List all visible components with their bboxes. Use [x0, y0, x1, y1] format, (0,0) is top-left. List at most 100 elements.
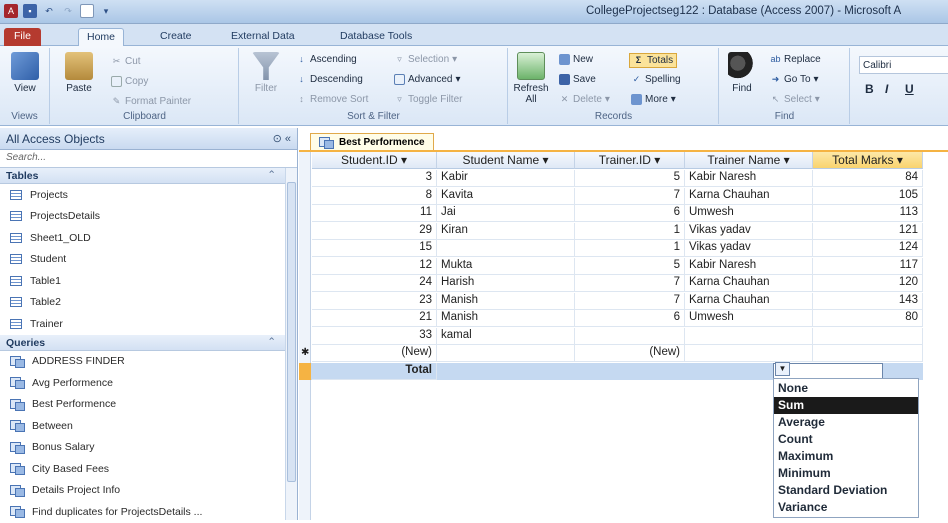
column-header-trainer-name[interactable]: Trainer Name ▾	[685, 152, 813, 169]
table-cell[interactable]: Harish	[437, 275, 575, 292]
query-item[interactable]: Best Performence	[0, 394, 286, 416]
query-item[interactable]: Between	[0, 415, 286, 437]
nav-scrollbar-thumb[interactable]	[287, 182, 296, 482]
new-record-cell[interactable]	[437, 345, 575, 362]
table-cell[interactable]: Umwesh	[685, 310, 813, 327]
table-cell[interactable]: Jai	[437, 205, 575, 222]
table-cell[interactable]: Kiran	[437, 222, 575, 240]
collapse-chevron-icon[interactable]: ⌃	[267, 169, 276, 181]
tab-external-data[interactable]: External Data	[223, 28, 303, 46]
table-cell[interactable]: 5	[575, 257, 685, 275]
table-item[interactable]: ProjectsDetails	[0, 206, 286, 228]
tab-file[interactable]: File	[4, 28, 41, 46]
find-button[interactable]: Find	[724, 52, 760, 94]
table-cell[interactable]: 113	[813, 205, 923, 222]
spelling-button[interactable]: ✓ Spelling	[631, 74, 681, 85]
remove-sort-button[interactable]: ↕ Remove Sort	[296, 94, 368, 105]
table-cell[interactable]: Umwesh	[685, 205, 813, 222]
save-icon[interactable]: ▪	[23, 4, 37, 18]
font-name-box[interactable]: Calibri	[859, 56, 948, 74]
dropdown-option-count[interactable]: Count	[774, 431, 918, 448]
table-cell[interactable]: Kabir Naresh	[685, 170, 813, 187]
toggle-filter-button[interactable]: ▿ Toggle Filter	[394, 94, 462, 105]
table-cell[interactable]: 15	[312, 240, 437, 257]
table-cell[interactable]: Manish	[437, 292, 575, 310]
more-button[interactable]: More ▾	[631, 94, 676, 105]
table-cell[interactable]: 12	[312, 257, 437, 275]
advanced-button[interactable]: Advanced ▾	[394, 74, 461, 85]
table-cell[interactable]: Vikas yadav	[685, 222, 813, 240]
query-item[interactable]: City Based Fees	[0, 458, 286, 480]
column-header-student-id[interactable]: Student.ID ▾	[312, 152, 437, 169]
goto-button[interactable]: ➜ Go To ▾	[770, 74, 819, 85]
table-item[interactable]: Projects	[0, 184, 286, 206]
table-cell[interactable]: Vikas yadav	[685, 240, 813, 257]
totals-dropdown-button[interactable]: ▼	[775, 362, 790, 376]
underline-button[interactable]: U	[905, 82, 914, 96]
table-cell[interactable]: 121	[813, 222, 923, 240]
table-cell[interactable]	[813, 327, 923, 345]
query-item[interactable]: Find duplicates for ProjectsDetails ...	[0, 501, 286, 523]
dropdown-option-variance[interactable]: Variance	[774, 499, 918, 516]
replace-button[interactable]: ab Replace	[770, 54, 820, 65]
table-cell[interactable]: 11	[312, 205, 437, 222]
table-cell[interactable]: 7	[575, 292, 685, 310]
table-item[interactable]: Student	[0, 249, 286, 271]
nav-search-input[interactable]: Search...	[0, 150, 297, 168]
tab-best-performence[interactable]: Best Performence	[310, 133, 434, 150]
dropdown-option-average[interactable]: Average	[774, 414, 918, 431]
table-cell[interactable]: 33	[312, 327, 437, 345]
table-cell[interactable]: 124	[813, 240, 923, 257]
new-record-cell[interactable]: (New)	[575, 345, 685, 362]
query-item[interactable]: Bonus Salary	[0, 437, 286, 459]
table-cell[interactable]: 29	[312, 222, 437, 240]
column-header-student-name[interactable]: Student Name ▾	[437, 152, 575, 169]
blank-doc-icon[interactable]	[80, 4, 94, 18]
save-record-button[interactable]: Save	[559, 74, 596, 85]
table-cell[interactable]: 21	[312, 310, 437, 327]
new-record-cell[interactable]: (New)	[312, 345, 437, 362]
descending-button[interactable]: ↓ Descending	[296, 74, 363, 85]
table-cell[interactable]: Karna Chauhan	[685, 292, 813, 310]
copy-button[interactable]: Copy	[111, 76, 148, 87]
new-record-button[interactable]: New	[559, 54, 593, 65]
table-cell[interactable]: 3	[312, 170, 437, 187]
table-cell[interactable]: 6	[575, 310, 685, 327]
select-button[interactable]: ↖ Select ▾	[770, 94, 820, 105]
table-cell[interactable]: 8	[312, 187, 437, 205]
tab-database-tools[interactable]: Database Tools	[332, 28, 420, 46]
column-header-trainer-id[interactable]: Trainer.ID ▾	[575, 152, 685, 169]
table-cell[interactable]: 117	[813, 257, 923, 275]
record-selector-column[interactable]	[299, 152, 311, 520]
filter-button[interactable]: Filter	[248, 52, 284, 94]
dropdown-option-sum[interactable]: Sum	[774, 397, 918, 414]
table-item[interactable]: Table1	[0, 270, 286, 292]
new-record-cell[interactable]	[813, 345, 923, 362]
collapse-chevron-icon[interactable]: ⌃	[267, 336, 276, 348]
table-cell[interactable]: 80	[813, 310, 923, 327]
selection-button[interactable]: ▿ Selection ▾	[394, 54, 457, 65]
table-cell[interactable]: 6	[575, 205, 685, 222]
table-cell[interactable]	[685, 327, 813, 345]
table-item[interactable]: Sheet1_OLD	[0, 227, 286, 249]
table-cell[interactable]: Kabir Naresh	[685, 257, 813, 275]
refresh-all-button[interactable]: Refresh All	[511, 52, 551, 105]
customize-qat-icon[interactable]: ▾	[99, 4, 113, 18]
table-cell[interactable]: 120	[813, 275, 923, 292]
bold-button[interactable]: B	[865, 82, 874, 96]
table-cell[interactable]: 7	[575, 187, 685, 205]
table-cell[interactable]: 7	[575, 275, 685, 292]
paste-button[interactable]: Paste	[59, 52, 99, 94]
table-cell[interactable]: 5	[575, 170, 685, 187]
format-painter-button[interactable]: ✎ Format Painter	[111, 96, 191, 107]
cut-button[interactable]: ✂ Cut	[111, 56, 141, 67]
table-cell[interactable]: Manish	[437, 310, 575, 327]
italic-button[interactable]: I	[885, 82, 888, 96]
table-cell[interactable]	[575, 327, 685, 345]
queries-section[interactable]: Queries ⌃	[0, 334, 286, 351]
dropdown-option-maximum[interactable]: Maximum	[774, 448, 918, 465]
totals-button[interactable]: Σ Totals	[629, 53, 678, 68]
ascending-button[interactable]: ↓ Ascending	[296, 54, 356, 65]
table-item[interactable]: Trainer	[0, 313, 286, 335]
table-cell[interactable]: 23	[312, 292, 437, 310]
